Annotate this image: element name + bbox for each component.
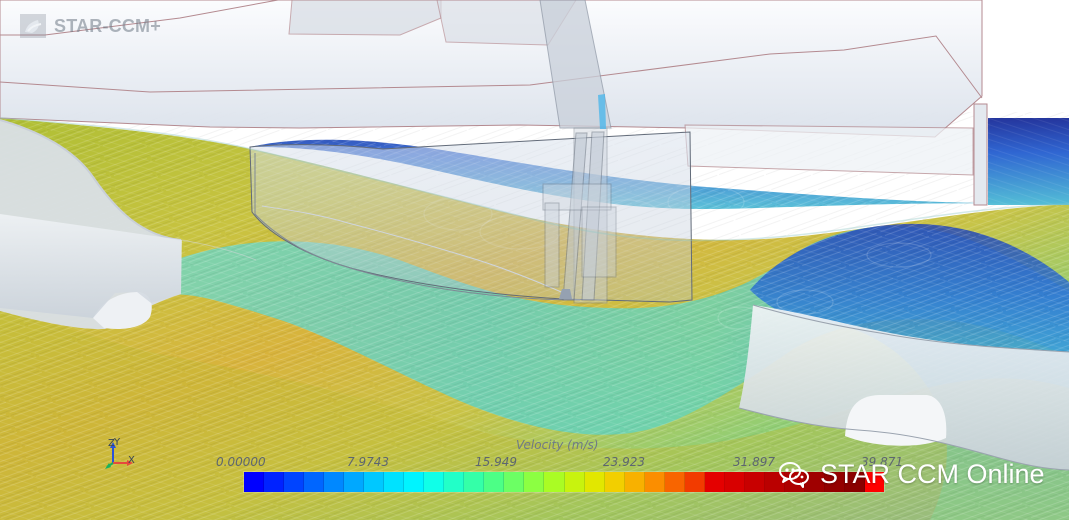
legend-swatch xyxy=(284,472,305,492)
star-ccm-logo-icon xyxy=(20,14,46,38)
app-logo-text: STAR-CCM+ xyxy=(54,15,161,36)
legend-tick-4: 31.897 xyxy=(733,455,775,469)
axis-y-label: Y xyxy=(114,437,121,448)
legend-swatch xyxy=(324,472,345,492)
legend-swatch xyxy=(444,472,465,492)
legend-swatch xyxy=(664,472,685,492)
legend-swatch xyxy=(504,472,525,492)
legend-swatch xyxy=(624,472,645,492)
legend-swatch xyxy=(304,472,325,492)
legend-swatch xyxy=(524,472,545,492)
legend-swatch xyxy=(264,472,285,492)
watermark: STAR CCM Online xyxy=(776,459,1045,489)
legend-swatch xyxy=(384,472,405,492)
legend-tick-1: 7.9743 xyxy=(347,455,389,469)
axis-x-label: X xyxy=(128,455,135,466)
app-logo: STAR-CCM+ xyxy=(18,12,161,40)
legend-swatch xyxy=(364,472,385,492)
wechat-icon xyxy=(779,462,809,488)
legend-swatch xyxy=(604,472,625,492)
legend-swatch xyxy=(344,472,365,492)
legend-swatch xyxy=(404,472,425,492)
legend-swatch xyxy=(684,472,705,492)
legend-swatch xyxy=(544,472,565,492)
watermark-text: STAR CCM Online xyxy=(820,458,1045,489)
legend-swatch xyxy=(724,472,745,492)
legend-swatch xyxy=(424,472,445,492)
legend-swatch xyxy=(744,472,765,492)
axis-triad: Z Y X xyxy=(102,437,144,474)
legend-swatch xyxy=(584,472,605,492)
legend-swatch xyxy=(484,472,505,492)
legend-swatch xyxy=(564,472,585,492)
legend-swatch xyxy=(244,472,265,492)
simulation-viewport[interactable]: STAR-CCM+ Z Y X Velocity (m/s) 0.00000 7… xyxy=(0,0,1069,520)
legend-tick-2: 15.949 xyxy=(475,455,517,469)
legend-swatch xyxy=(704,472,725,492)
legend-title: Velocity (m/s) xyxy=(516,438,599,452)
legend-swatch xyxy=(644,472,665,492)
legend-swatch xyxy=(464,472,485,492)
legend-tick-0: 0.00000 xyxy=(216,455,266,469)
legend-tick-3: 23.923 xyxy=(603,455,645,469)
